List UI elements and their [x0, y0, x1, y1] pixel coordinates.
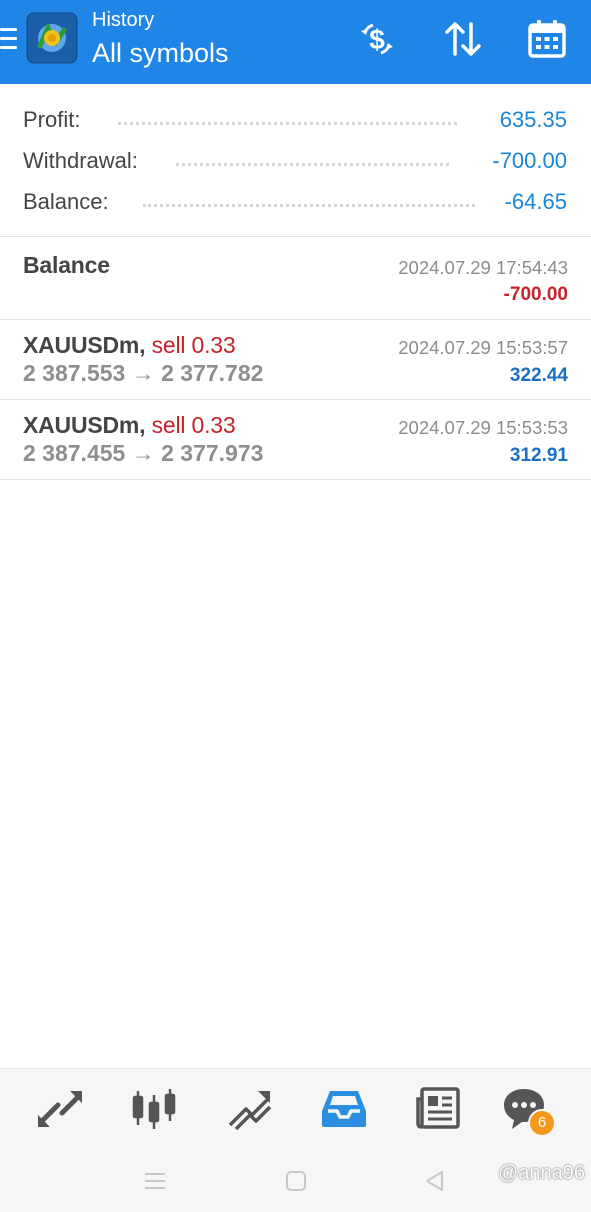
- summary-profit-row: Profit: 635.35: [23, 105, 567, 135]
- entry-title: XAUUSDm, sell 0.33: [23, 412, 236, 439]
- entry-title: XAUUSDm, sell 0.33: [23, 332, 236, 359]
- trade-icon[interactable]: [226, 1085, 274, 1133]
- arrow-right-icon: →: [131, 440, 155, 466]
- list-item-balance[interactable]: Balance 2024.07.29 17:54:43 -700.00: [0, 237, 591, 320]
- entry-datetime: 2024.07.29 15:53:53: [398, 417, 568, 438]
- metatrader-logo: [26, 12, 78, 64]
- deal-prices: 2 387.455 → 2 377.973: [23, 440, 263, 467]
- menu-icon[interactable]: [0, 28, 18, 52]
- deal-type: sell 0.33: [151, 332, 236, 358]
- deal-prices: 2 387.553 → 2 377.782: [23, 360, 263, 387]
- list-item-deal[interactable]: XAUUSDm, sell 0.33 2024.07.29 15:53:53 2…: [0, 400, 591, 480]
- recent-apps-icon[interactable]: [142, 1168, 168, 1194]
- screen-subtitle: History: [92, 9, 155, 31]
- symbol-filter-title[interactable]: All symbols: [92, 38, 229, 69]
- profit-label: Profit:: [23, 107, 81, 132]
- arrow-right-icon: →: [131, 360, 155, 386]
- bottom-navigation: 6: [0, 1068, 591, 1149]
- balance-value: -64.65: [504, 189, 567, 214]
- sort-icon[interactable]: [442, 18, 484, 60]
- balance-label: Balance:: [23, 189, 109, 214]
- close-price: 2 377.973: [161, 440, 264, 466]
- dotted-leader: [176, 163, 449, 166]
- entry-amount: -700.00: [503, 284, 568, 305]
- withdrawal-label: Withdrawal:: [23, 148, 138, 173]
- watermark: @anna96: [497, 1162, 585, 1184]
- svg-text:$: $: [369, 24, 385, 55]
- entry-datetime: 2024.07.29 17:54:43: [398, 257, 568, 278]
- history-icon[interactable]: [320, 1085, 368, 1133]
- open-price: 2 387.553: [23, 360, 126, 386]
- entry-amount: 312.91: [509, 445, 568, 466]
- summary-balance-row: Balance: -64.65: [23, 187, 567, 217]
- calendar-icon[interactable]: [526, 18, 568, 60]
- entry-title: Balance: [23, 252, 110, 278]
- entry-datetime: 2024.07.29 15:53:57: [398, 337, 568, 358]
- deal-type: sell 0.33: [151, 412, 236, 438]
- chat-icon[interactable]: 6: [502, 1085, 556, 1137]
- top-app-bar: History All symbols $: [0, 0, 591, 84]
- quotes-icon[interactable]: [36, 1085, 84, 1133]
- open-price: 2 387.455: [23, 440, 126, 466]
- history-summary: Profit: 635.35 Withdrawal: -700.00 Balan…: [0, 84, 591, 237]
- deal-symbol: XAUUSDm,: [23, 412, 146, 438]
- dotted-leader: [143, 204, 475, 207]
- withdrawal-value: -700.00: [492, 148, 567, 173]
- back-icon[interactable]: [422, 1168, 448, 1194]
- summary-withdrawal-row: Withdrawal: -700.00: [23, 146, 567, 176]
- dotted-leader: [118, 122, 457, 125]
- close-price: 2 377.782: [161, 360, 264, 386]
- system-navigation-bar: @anna96: [0, 1148, 591, 1212]
- chart-icon[interactable]: [130, 1085, 178, 1133]
- deal-symbol: XAUUSDm,: [23, 332, 146, 358]
- home-icon[interactable]: [283, 1168, 309, 1194]
- news-icon[interactable]: [414, 1085, 462, 1133]
- deposit-withdraw-icon[interactable]: $: [356, 18, 398, 60]
- list-item-deal[interactable]: XAUUSDm, sell 0.33 2024.07.29 15:53:57 2…: [0, 320, 591, 400]
- chat-badge: 6: [528, 1109, 556, 1137]
- profit-value: 635.35: [499, 107, 567, 132]
- entry-amount: 322.44: [509, 365, 568, 386]
